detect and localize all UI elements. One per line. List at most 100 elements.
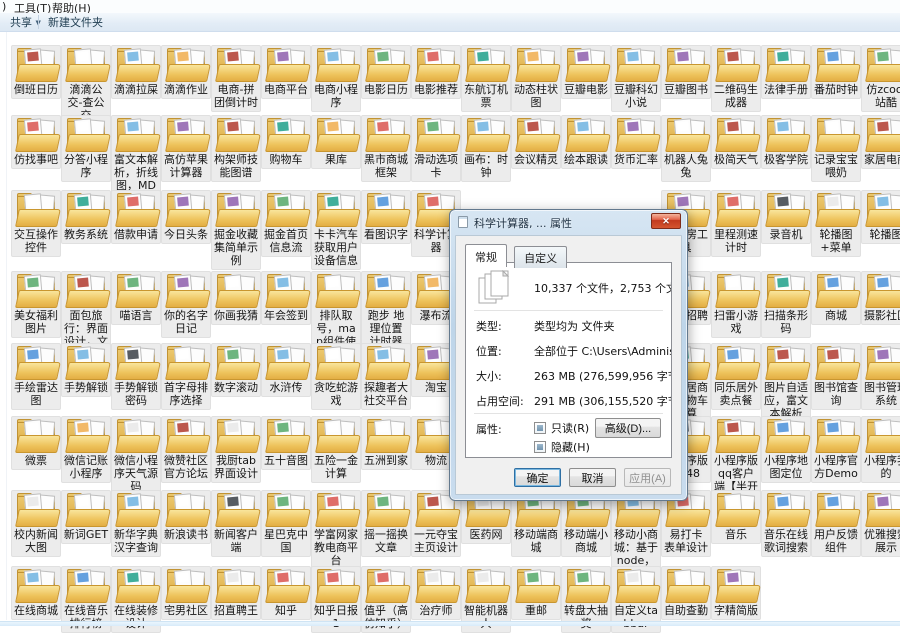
folder-item[interactable]: 手势解锁密码 xyxy=(111,343,161,410)
folder-item[interactable]: 图片自适应，富文本解析 xyxy=(761,343,811,423)
folder-item[interactable]: 音乐 xyxy=(711,490,761,544)
folder-item[interactable]: 新词GET xyxy=(61,490,111,544)
folder-item[interactable]: 倒班日历 xyxy=(11,45,61,99)
folder-item[interactable]: 仿找事吧 xyxy=(11,115,61,169)
folder-item[interactable]: 喵语言 xyxy=(111,271,161,325)
folder-item[interactable]: 水浒传 xyxy=(261,343,311,397)
folder-item[interactable]: 摇一摇换文章 xyxy=(361,490,411,557)
folder-item[interactable]: 交互操作控件 xyxy=(11,190,61,257)
folder-item[interactable]: 番茄时钟 xyxy=(811,45,861,99)
folder-item[interactable]: 微赞社区官方论坛 xyxy=(161,416,211,483)
folder-item[interactable]: 滴滴拉屎 xyxy=(111,45,161,99)
folder-item[interactable]: 豆瓣图书 xyxy=(661,45,711,99)
folder-item[interactable]: 扫描条形码 xyxy=(761,271,811,338)
folder-item[interactable]: 电影推荐 xyxy=(411,45,461,99)
folder-item[interactable]: 手绘雷达图 xyxy=(11,343,61,410)
folder-item[interactable]: 校内新闻大图 xyxy=(11,490,61,557)
folder-item[interactable]: 今日头条 xyxy=(161,190,211,244)
folder-item[interactable]: 轮播图 xyxy=(861,190,900,244)
folder-item[interactable]: 绘本跟读 xyxy=(561,115,611,169)
folder-item[interactable]: 掘金首页信息流 xyxy=(261,190,311,257)
folder-item[interactable]: 新华字典汉字查询 xyxy=(111,490,161,557)
folder-item[interactable]: 动态柱状图 xyxy=(511,45,561,112)
folder-item[interactable]: 图书管理系统 xyxy=(861,343,900,410)
share-button[interactable]: 共享 ▼ xyxy=(6,15,45,30)
folder-item[interactable]: 机器人兔兔 xyxy=(661,115,711,182)
folder-item[interactable]: 治疗师 xyxy=(411,566,461,620)
folder-item[interactable]: 极客学院 xyxy=(761,115,811,169)
folder-item[interactable]: 美女福利图片 xyxy=(11,271,61,338)
folder-item[interactable]: 星巴克中国 xyxy=(261,490,311,557)
folder-item[interactable]: 豆瓣科幻小说 xyxy=(611,45,661,112)
ok-button[interactable]: 确定 xyxy=(514,468,561,487)
folder-item[interactable]: 学富网家教电商平台 xyxy=(311,490,361,570)
folder-item[interactable]: 招直聘王 xyxy=(211,566,261,620)
folder-item[interactable]: 电商-拼团倒计时 xyxy=(211,45,261,112)
folder-item[interactable]: 微信记账小程序 xyxy=(61,416,111,483)
folder-item[interactable]: 扫雷小游戏 xyxy=(711,271,761,338)
folder-item[interactable]: 五洲到家 xyxy=(361,416,411,470)
folder-item[interactable]: 二维码生成器 xyxy=(711,45,761,112)
folder-item[interactable]: 年会签到 xyxy=(261,271,311,325)
folder-item[interactable]: 我厨tab界面设计 xyxy=(211,416,261,483)
folder-item[interactable]: 货币汇率 xyxy=(611,115,661,169)
folder-item[interactable]: 豆瓣电影 xyxy=(561,45,611,99)
folder-item[interactable]: 用户反馈组件 xyxy=(811,490,861,557)
folder-item[interactable]: 借款申请 xyxy=(111,190,161,244)
folder-item[interactable]: 里程测速计时 xyxy=(711,190,761,257)
folder-item[interactable]: 首字母排序选择 xyxy=(161,343,211,410)
apply-button[interactable]: 应用(A) xyxy=(624,468,671,487)
folder-item[interactable]: 小程序官方Demo xyxy=(811,416,861,483)
folder-item[interactable]: 电影日历 xyxy=(361,45,411,99)
new-folder-button[interactable]: 新建文件夹 xyxy=(44,15,107,30)
folder-item[interactable]: 会议精灵 xyxy=(511,115,561,169)
folder-item[interactable]: 微信小程序天气源码 xyxy=(111,416,161,496)
folder-item[interactable]: 新浪读书 xyxy=(161,490,211,544)
folder-item[interactable]: 看图识字 xyxy=(361,190,411,244)
folder-item[interactable]: 新闻客户端 xyxy=(211,490,261,557)
folder-item[interactable]: 知乎 xyxy=(261,566,311,620)
folder-item[interactable]: 画布：时钟 xyxy=(461,115,511,182)
tab-general[interactable]: 常规 xyxy=(465,244,507,267)
folder-item[interactable]: 法律手册 xyxy=(761,45,811,99)
folder-item[interactable]: 高仿苹果计算器 xyxy=(161,115,211,182)
folder-item[interactable]: 构架师技能图谱 xyxy=(211,115,261,182)
folder-item[interactable]: 微票 xyxy=(11,416,61,470)
folder-item[interactable]: 卡卡汽车获取用户设备信息 xyxy=(311,190,361,270)
folder-item[interactable]: 小程序我的 xyxy=(861,416,900,483)
folder-item[interactable]: 记录宝宝喂奶 xyxy=(811,115,861,182)
tab-customize[interactable]: 自定义 xyxy=(514,246,567,268)
folder-item[interactable]: 同乐居外卖点餐 xyxy=(711,343,761,410)
folder-item[interactable]: 贪吃蛇游戏 xyxy=(311,343,361,410)
folder-item[interactable]: 轮播图+菜单 xyxy=(811,190,861,257)
folder-item[interactable]: 手势解锁 xyxy=(61,343,111,397)
folder-item[interactable]: 探趣者大社交平台 xyxy=(361,343,411,410)
folder-item[interactable]: 教务系统 xyxy=(61,190,111,244)
folder-item[interactable]: 小程序地图定位 xyxy=(761,416,811,483)
advanced-button[interactable]: 高级(D)... xyxy=(595,418,661,438)
folder-item[interactable]: 字精简版 xyxy=(711,566,761,620)
folder-item[interactable]: 在线商城 xyxy=(11,566,61,620)
folder-item[interactable]: 电商小程序 xyxy=(311,45,361,112)
folder-item[interactable]: 音乐在线歌词搜索 xyxy=(761,490,811,557)
folder-item[interactable]: 极简天气 xyxy=(711,115,761,169)
folder-item[interactable]: 你的名字日记 xyxy=(161,271,211,338)
folder-item[interactable]: 跑步 地理位置 计时器 xyxy=(361,271,411,351)
folder-item[interactable]: 五险一金计算 xyxy=(311,416,361,483)
folder-item[interactable]: 电商平台 xyxy=(261,45,311,99)
folder-item[interactable]: 购物车 xyxy=(261,115,311,169)
folder-item[interactable]: 录音机 xyxy=(761,190,811,244)
folder-item[interactable]: 重邮 xyxy=(511,566,561,620)
folder-item[interactable]: 优雅搜索展示 xyxy=(861,490,900,557)
hidden-checkbox[interactable]: 隐藏(H) xyxy=(534,439,590,455)
dialog-titlebar[interactable]: 科学计算器, ... 属性 ✕ xyxy=(450,210,687,234)
folder-item[interactable]: 商城 xyxy=(811,271,861,325)
folder-item[interactable]: 分答小程序 xyxy=(61,115,111,182)
folder-item[interactable]: 宅男社区 xyxy=(161,566,211,620)
folder-item[interactable]: 滴滴作业 xyxy=(161,45,211,99)
readonly-checkbox[interactable]: 只读(R) xyxy=(534,420,589,436)
folder-item[interactable]: 自助查勤 xyxy=(661,566,711,620)
folder-item[interactable]: 滴滴公交-查公交 xyxy=(61,45,111,125)
folder-item[interactable]: 滑动选项卡 xyxy=(411,115,461,182)
folder-item[interactable]: 图书馆查询 xyxy=(811,343,861,410)
